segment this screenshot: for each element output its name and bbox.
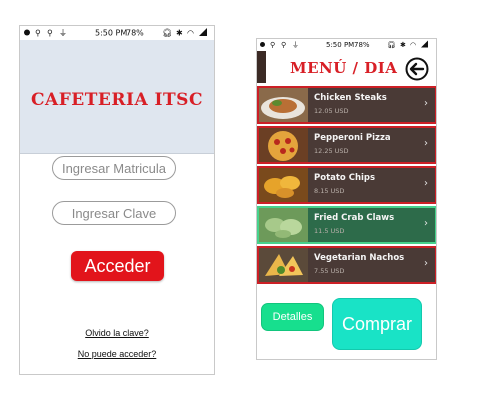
usb-icon: ⚲ <box>35 28 41 38</box>
item-name: Fried Crab Claws <box>314 213 395 223</box>
plug-icon: ⏚ <box>59 28 67 38</box>
food-image <box>259 248 308 282</box>
menu-item[interactable]: Potato Chips 8.15 USD › <box>257 166 436 204</box>
bluetooth-icon: ✱ <box>400 41 406 49</box>
clave-input[interactable] <box>52 201 176 225</box>
login-screen: ⚲ ⚲ ⏚ 5:50 PM 78% 🎧︎ ✱ ◠ CAFETERIA ITSC … <box>19 25 215 375</box>
headphones-icon: 🎧︎ <box>162 28 173 38</box>
wifi-icon: ◠ <box>187 28 194 38</box>
item-price: 7.55 USD <box>314 267 345 275</box>
menu-title: MENÚ / DIA <box>290 59 398 77</box>
buy-button[interactable]: Comprar <box>332 298 422 350</box>
cannot-access-link[interactable]: No puede acceder? <box>20 349 214 359</box>
item-name: Vegetarian Nachos <box>314 253 405 263</box>
status-bar: ⚲ ⚲ ⏚ 5:50 PM 78% 🎧︎ ✱ ◠ <box>20 26 214 41</box>
details-button[interactable]: Detalles <box>261 303 324 331</box>
notification-icon <box>260 41 265 49</box>
header-accent <box>257 51 266 83</box>
menu-item-selected[interactable]: Fried Crab Claws 11.5 USD › <box>257 206 436 244</box>
chevron-right-icon: › <box>424 138 428 149</box>
item-price: 12.25 USD <box>314 147 349 155</box>
menu-screen: ⚲ ⚲ ⏚ 5:50 PM 78% 🎧︎ ✱ ◠ MENÚ / DIA Chic… <box>256 38 437 360</box>
chevron-right-icon: › <box>424 218 428 229</box>
usb-icon: ⚲ <box>270 41 276 49</box>
menu-item[interactable]: Vegetarian Nachos 7.55 USD › <box>257 246 436 284</box>
food-image <box>259 208 308 242</box>
bluetooth-icon: ✱ <box>176 28 183 38</box>
forgot-password-link[interactable]: Olvido la clave? <box>20 328 214 338</box>
item-price: 8.15 USD <box>314 187 345 195</box>
back-button[interactable] <box>405 57 429 81</box>
menu-header: MENÚ / DIA <box>257 51 436 83</box>
chevron-right-icon: › <box>424 178 428 189</box>
notification-icon <box>24 29 30 38</box>
food-image <box>259 168 308 202</box>
chevron-right-icon: › <box>424 98 428 109</box>
item-price: 12.05 USD <box>314 107 349 115</box>
matricula-input[interactable] <box>52 156 176 180</box>
item-name: Chicken Steaks <box>314 93 387 103</box>
app-header: CAFETERIA ITSC <box>20 40 214 154</box>
plug-icon: ⏚ <box>292 41 299 49</box>
status-time: 5:50 PM <box>95 28 128 38</box>
food-image <box>259 88 308 122</box>
menu-item[interactable]: Chicken Steaks 12.05 USD › <box>257 86 436 124</box>
signal-icon <box>421 40 428 50</box>
back-arrow-icon <box>405 57 429 81</box>
chevron-right-icon: › <box>424 258 428 269</box>
item-name: Pepperoni Pizza <box>314 133 391 143</box>
item-price: 11.5 USD <box>314 227 345 235</box>
headphones-icon: 🎧︎ <box>387 41 396 49</box>
food-image <box>259 128 308 162</box>
menu-item[interactable]: Pepperoni Pizza 12.25 USD › <box>257 126 436 164</box>
item-name: Potato Chips <box>314 173 376 183</box>
status-time: 5:50 PM <box>326 41 355 49</box>
battery-percent: 78% <box>354 41 370 49</box>
battery-percent: 78% <box>126 28 144 38</box>
app-title: CAFETERIA ITSC <box>31 90 203 110</box>
login-button[interactable]: Acceder <box>71 251 164 281</box>
usb-icon: ⚲ <box>281 41 287 49</box>
signal-icon <box>199 28 207 38</box>
wifi-icon: ◠ <box>410 41 417 49</box>
usb-icon: ⚲ <box>47 28 53 38</box>
